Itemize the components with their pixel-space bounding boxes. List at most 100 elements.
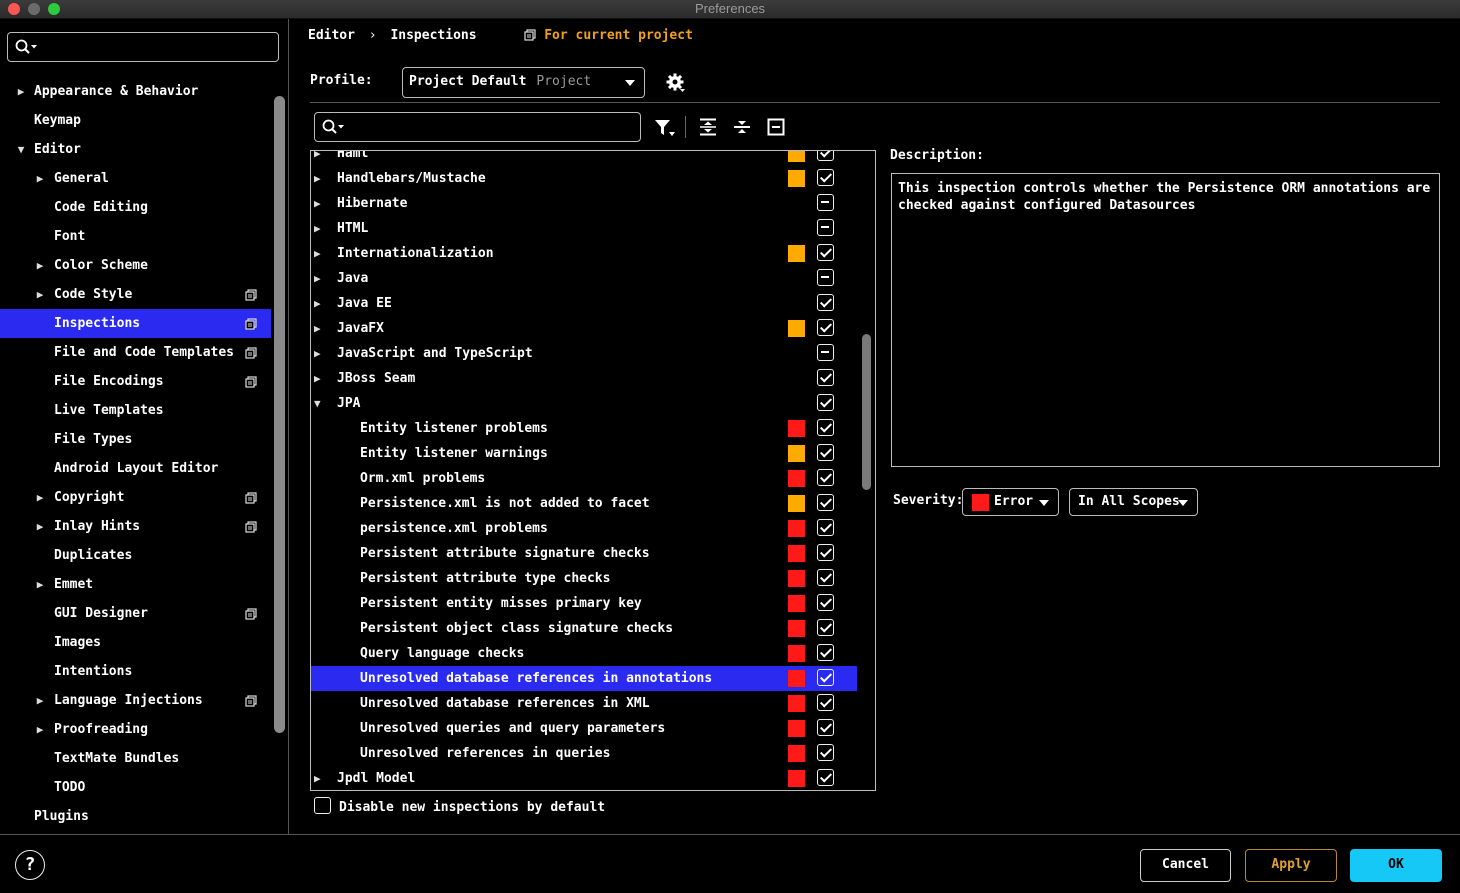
collapsed-arrow-icon[interactable]: ▶ — [33, 512, 47, 541]
filter-icon[interactable] — [654, 118, 676, 138]
sidebar-item-file-encodings[interactable]: File Encodings — [0, 367, 271, 396]
sidebar-item-file-types[interactable]: File Types — [0, 425, 271, 454]
inspection-row[interactable]: Persistent attribute type checks — [311, 566, 857, 591]
inspection-enabled-checkbox[interactable] — [817, 519, 834, 536]
inspection-enabled-checkbox[interactable] — [817, 694, 834, 711]
inspection-row[interactable]: ▶ Java EE — [311, 291, 857, 316]
collapsed-arrow-icon[interactable]: ▶ — [314, 151, 321, 166]
breadcrumb-editor[interactable]: Editor — [308, 28, 355, 43]
inspection-row[interactable]: Unresolved queries and query parameters — [311, 716, 857, 741]
inspection-enabled-checkbox[interactable] — [817, 151, 834, 161]
inspection-row[interactable]: ▶ Hibernate — [311, 191, 857, 216]
inspection-row[interactable]: ▶ Java — [311, 266, 857, 291]
sidebar-item-plugins[interactable]: Plugins — [0, 802, 271, 831]
sidebar-item-file-and-code-templates[interactable]: File and Code Templates — [0, 338, 271, 367]
collapsed-arrow-icon[interactable]: ▶ — [314, 241, 321, 266]
inspection-row[interactable]: Unresolved database references in XML — [311, 691, 857, 716]
inspection-enabled-checkbox[interactable] — [817, 569, 834, 586]
inspection-enabled-checkbox[interactable] — [817, 219, 834, 236]
profile-select[interactable]: Project Default Project — [402, 67, 645, 98]
collapsed-arrow-icon[interactable]: ▶ — [314, 766, 321, 790]
sidebar-item-inspections[interactable]: Inspections — [0, 309, 271, 338]
inspection-row[interactable]: ▼ JPA — [311, 391, 857, 416]
collapsed-arrow-icon[interactable]: ▶ — [33, 570, 47, 599]
inspection-enabled-checkbox[interactable] — [817, 369, 834, 386]
cancel-button[interactable]: Cancel — [1140, 849, 1231, 882]
ok-button[interactable]: OK — [1350, 849, 1442, 882]
sidebar-item-images[interactable]: Images — [0, 628, 271, 657]
collapsed-arrow-icon[interactable]: ▶ — [314, 341, 321, 366]
inspection-enabled-checkbox[interactable] — [817, 444, 834, 461]
collapsed-arrow-icon[interactable]: ▶ — [314, 166, 321, 191]
inspection-enabled-checkbox[interactable] — [817, 244, 834, 261]
inspection-row[interactable]: ▶ Handlebars/Mustache — [311, 166, 857, 191]
inspection-enabled-checkbox[interactable] — [817, 719, 834, 736]
scope-select[interactable]: In All Scopes — [1069, 488, 1198, 516]
sidebar-item-gui-designer[interactable]: GUI Designer — [0, 599, 271, 628]
sidebar-item-font[interactable]: Font — [0, 222, 271, 251]
reset-icon[interactable] — [767, 118, 785, 136]
inspection-row[interactable]: Persistence.xml is not added to facet — [311, 491, 857, 516]
inspection-enabled-checkbox[interactable] — [817, 394, 834, 411]
sidebar-scrollbar[interactable] — [274, 96, 285, 733]
collapse-all-icon[interactable] — [733, 118, 751, 136]
sidebar-item-language-injections[interactable]: ▶ Language Injections — [0, 686, 271, 715]
inspection-enabled-checkbox[interactable] — [817, 419, 834, 436]
inspection-enabled-checkbox[interactable] — [817, 294, 834, 311]
disable-new-inspections[interactable]: Disable new inspections by default — [314, 794, 605, 815]
sidebar-item-copyright[interactable]: ▶ Copyright — [0, 483, 271, 512]
inspection-row[interactable]: Persistent object class signature checks — [311, 616, 857, 641]
sidebar-item-android-layout-editor[interactable]: Android Layout Editor — [0, 454, 271, 483]
sidebar-item-live-templates[interactable]: Live Templates — [0, 396, 271, 425]
inspection-row[interactable]: ▶ Internationalization — [311, 241, 857, 266]
apply-button[interactable]: Apply — [1245, 849, 1337, 882]
disable-new-checkbox[interactable] — [314, 797, 331, 814]
sidebar-item-color-scheme[interactable]: ▶ Color Scheme — [0, 251, 271, 280]
inspection-enabled-checkbox[interactable] — [817, 194, 834, 211]
inspection-row[interactable]: ▶ JavaFX — [311, 316, 857, 341]
sidebar-item-intentions[interactable]: Intentions — [0, 657, 271, 686]
inspection-list-scrollbar[interactable] — [862, 334, 871, 490]
inspection-row[interactable]: ▶ Jpdl Model — [311, 766, 857, 790]
collapsed-arrow-icon[interactable]: ▶ — [14, 77, 28, 106]
inspection-row[interactable]: Unresolved references in queries — [311, 741, 857, 766]
expanded-arrow-icon[interactable]: ▼ — [14, 135, 28, 164]
inspection-enabled-checkbox[interactable] — [817, 319, 834, 336]
sidebar-item-proofreading[interactable]: ▶ Proofreading — [0, 715, 271, 744]
inspection-row[interactable]: ▶ HTML — [311, 216, 857, 241]
help-button[interactable]: ? — [15, 850, 45, 880]
collapsed-arrow-icon[interactable]: ▶ — [33, 280, 47, 309]
inspection-enabled-checkbox[interactable] — [817, 619, 834, 636]
collapsed-arrow-icon[interactable]: ▶ — [314, 291, 321, 316]
inspection-enabled-checkbox[interactable] — [817, 769, 834, 786]
inspection-row[interactable]: ▶ Haml — [311, 151, 857, 166]
sidebar-item-general[interactable]: ▶ General — [0, 164, 271, 193]
sidebar-item-code-style[interactable]: ▶ Code Style — [0, 280, 271, 309]
inspection-row[interactable]: ▶ JavaScript and TypeScript — [311, 341, 857, 366]
collapsed-arrow-icon[interactable]: ▶ — [314, 216, 321, 241]
inspection-row[interactable]: Persistent entity misses primary key — [311, 591, 857, 616]
inspection-enabled-checkbox[interactable] — [817, 644, 834, 661]
inspection-row[interactable]: Entity listener warnings — [311, 441, 857, 466]
sidebar-item-code-editing[interactable]: Code Editing — [0, 193, 271, 222]
collapsed-arrow-icon[interactable]: ▶ — [33, 164, 47, 193]
inspection-row[interactable]: Unresolved database references in annota… — [311, 666, 857, 691]
collapsed-arrow-icon[interactable]: ▶ — [314, 266, 321, 291]
collapsed-arrow-icon[interactable]: ▶ — [33, 251, 47, 280]
sidebar-item-keymap[interactable]: Keymap — [0, 106, 271, 135]
expanded-arrow-icon[interactable]: ▼ — [314, 391, 321, 416]
sidebar-item-inlay-hints[interactable]: ▶ Inlay Hints — [0, 512, 271, 541]
collapsed-arrow-icon[interactable]: ▶ — [33, 715, 47, 744]
inspection-enabled-checkbox[interactable] — [817, 744, 834, 761]
sidebar-item-appearance-behavior[interactable]: ▶ Appearance & Behavior — [0, 77, 271, 106]
expand-all-icon[interactable] — [699, 118, 717, 136]
inspection-row[interactable]: ▶ JBoss Seam — [311, 366, 857, 391]
collapsed-arrow-icon[interactable]: ▶ — [33, 483, 47, 512]
collapsed-arrow-icon[interactable]: ▶ — [314, 316, 321, 341]
sidebar-item-editor[interactable]: ▼ Editor — [0, 135, 271, 164]
inspection-row[interactable]: Orm.xml problems — [311, 466, 857, 491]
inspection-enabled-checkbox[interactable] — [817, 594, 834, 611]
inspection-search-input[interactable] — [314, 112, 641, 142]
inspection-enabled-checkbox[interactable] — [817, 469, 834, 486]
sidebar-item-todo[interactable]: TODO — [0, 773, 271, 802]
